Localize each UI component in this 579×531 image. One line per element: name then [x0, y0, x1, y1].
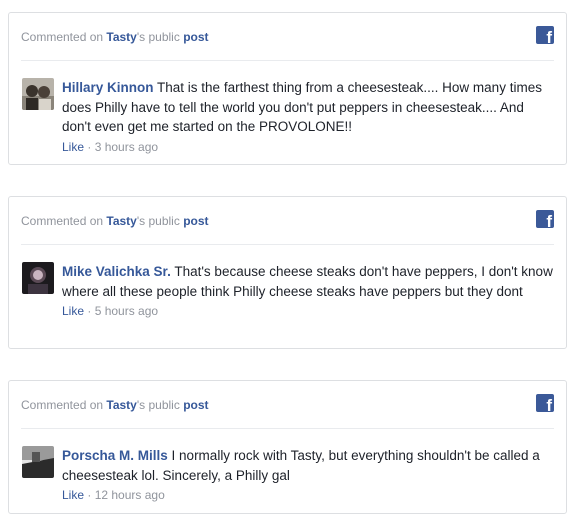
comment-meta: Like · 3 hours ago: [62, 140, 554, 154]
comment-text: Porscha M. Mills I normally rock with Ta…: [62, 446, 554, 485]
comment-timestamp[interactable]: 12 hours ago: [95, 488, 165, 502]
like-link[interactable]: Like: [62, 304, 84, 318]
page-name-link[interactable]: Tasty: [106, 398, 136, 412]
comment: Hillary Kinnon That is the farthest thin…: [9, 61, 566, 164]
facebook-logo-icon[interactable]: f: [536, 210, 554, 228]
comment-meta: Like · 5 hours ago: [62, 304, 554, 318]
header-text: Commented on Tasty's public post: [21, 214, 209, 228]
card-header: Commented on Tasty's public post f: [21, 381, 554, 429]
page-name-link[interactable]: Tasty: [106, 214, 136, 228]
avatar[interactable]: [22, 78, 54, 110]
header-possessive: 's public: [136, 30, 180, 44]
header-possessive: 's public: [136, 214, 180, 228]
comment-meta: Like · 12 hours ago: [62, 488, 554, 502]
comment: Porscha M. Mills I normally rock with Ta…: [9, 429, 566, 512]
meta-separator: ·: [84, 488, 95, 502]
header-prefix: Commented on: [21, 398, 104, 412]
post-link[interactable]: post: [183, 30, 208, 44]
post-link[interactable]: post: [183, 398, 208, 412]
like-link[interactable]: Like: [62, 140, 84, 154]
card-header: Commented on Tasty's public post f: [21, 13, 554, 61]
header-prefix: Commented on: [21, 30, 104, 44]
meta-separator: ·: [84, 139, 95, 154]
comment-author[interactable]: Porscha M. Mills: [62, 448, 168, 463]
post-link[interactable]: post: [183, 214, 208, 228]
facebook-logo-icon[interactable]: f: [536, 394, 554, 412]
facebook-logo-icon[interactable]: f: [536, 26, 554, 44]
header-prefix: Commented on: [21, 214, 104, 228]
card-header: Commented on Tasty's public post f: [21, 197, 554, 245]
comment-card-3: Commented on Tasty's public post f Porsc…: [8, 380, 567, 514]
meta-separator: ·: [84, 304, 95, 318]
avatar[interactable]: [22, 262, 54, 294]
like-link[interactable]: Like: [62, 488, 84, 502]
comment-timestamp[interactable]: 3 hours ago: [95, 140, 158, 154]
comment-author[interactable]: Mike Valichka Sr.: [62, 264, 171, 279]
header-text: Commented on Tasty's public post: [21, 398, 209, 412]
comment-text: Mike Valichka Sr. That's because cheese …: [62, 262, 554, 301]
avatar[interactable]: [22, 446, 54, 478]
comment-card-2: Commented on Tasty's public post f Mike …: [8, 196, 567, 349]
comment-card-1: Commented on Tasty's public post f Hilla…: [8, 12, 567, 165]
comment-author[interactable]: Hillary Kinnon: [62, 80, 154, 95]
header-text: Commented on Tasty's public post: [21, 30, 209, 44]
page-name-link[interactable]: Tasty: [106, 30, 136, 44]
header-possessive: 's public: [136, 398, 180, 412]
comment-text: Hillary Kinnon That is the farthest thin…: [62, 78, 554, 137]
comment-timestamp[interactable]: 5 hours ago: [95, 304, 158, 318]
comment: Mike Valichka Sr. That's because cheese …: [9, 245, 566, 328]
